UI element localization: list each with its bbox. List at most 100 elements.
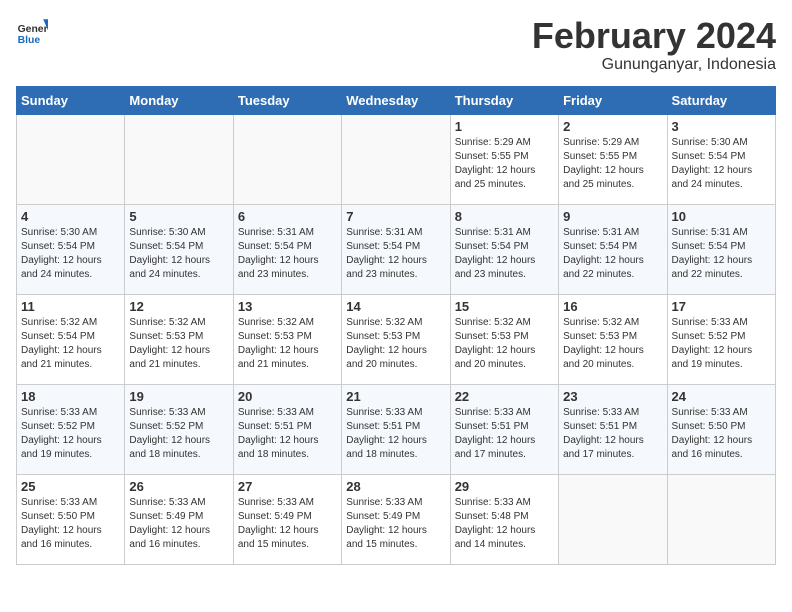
- calendar-cell: 26 Sunrise: 5:33 AMSunset: 5:49 PMDayligh…: [125, 474, 233, 564]
- calendar-cell: 19Sunrise: 5:33 AMSunset: 5:52 PMDayligh…: [125, 384, 233, 474]
- day-number: 11: [21, 299, 120, 314]
- day-info: Sunrise: 5:32 AMSunset: 5:53 PMDaylight:…: [346, 316, 445, 372]
- day-info: Sunrise: 5:30 AMSunset: 5:54 PMDaylight:…: [21, 226, 120, 282]
- day-number: 16: [563, 299, 662, 314]
- day-number: 5: [129, 209, 228, 224]
- day-info: Sunrise: 5:31 AMSunset: 5:54 PMDaylight:…: [346, 226, 445, 282]
- day-number: 3: [672, 119, 771, 134]
- svg-text:Blue: Blue: [18, 35, 41, 46]
- calendar-cell: 15 Sunrise: 5:32 AMSunset: 5:53 PMDayligh…: [450, 294, 558, 384]
- day-number: 15: [455, 299, 554, 314]
- calendar-cell: 4 Sunrise: 5:30 AMSunset: 5:54 PMDaylight…: [17, 204, 125, 294]
- day-info: Sunrise: 5:33 AMSunset: 5:52 PMDaylight:…: [129, 406, 228, 462]
- calendar-cell: [559, 474, 667, 564]
- day-number: 24: [672, 389, 771, 404]
- calendar-cell: 22Sunrise: 5:33 AMSunset: 5:51 PMDayligh…: [450, 384, 558, 474]
- calendar-cell: 21 Sunrise: 5:33 AMSunset: 5:51 PMDayligh…: [342, 384, 450, 474]
- calendar-cell: [667, 474, 775, 564]
- day-number: 2: [563, 119, 662, 134]
- day-number: 12: [129, 299, 228, 314]
- day-info: Sunrise: 5:33 AMSunset: 5:50 PMDaylight:…: [672, 406, 771, 462]
- col-header-thursday: Thursday: [450, 86, 558, 114]
- day-number: 14: [346, 299, 445, 314]
- day-info: Sunrise: 5:33 AMSunset: 5:51 PMDaylight:…: [455, 406, 554, 462]
- day-info: Sunrise: 5:31 AMSunset: 5:54 PMDaylight:…: [238, 226, 337, 282]
- day-info: Sunrise: 5:32 AMSunset: 5:53 PMDaylight:…: [563, 316, 662, 372]
- day-number: 13: [238, 299, 337, 314]
- calendar-cell: 9 Sunrise: 5:31 AMSunset: 5:54 PMDaylight…: [559, 204, 667, 294]
- day-info: Sunrise: 5:33 AMSunset: 5:52 PMDaylight:…: [672, 316, 771, 372]
- svg-text:General: General: [18, 24, 48, 35]
- calendar-cell: 2 Sunrise: 5:29 AMSunset: 5:55 PMDaylight…: [559, 114, 667, 204]
- location: Gununganyar, Indonesia: [532, 56, 776, 74]
- col-header-friday: Friday: [559, 86, 667, 114]
- calendar-cell: 25 Sunrise: 5:33 AMSunset: 5:50 PMDayligh…: [17, 474, 125, 564]
- day-info: Sunrise: 5:33 AMSunset: 5:50 PMDaylight:…: [21, 496, 120, 552]
- calendar-cell: [342, 114, 450, 204]
- day-number: 18: [21, 389, 120, 404]
- day-info: Sunrise: 5:32 AMSunset: 5:54 PMDaylight:…: [21, 316, 120, 372]
- day-number: 29: [455, 479, 554, 494]
- day-info: Sunrise: 5:29 AMSunset: 5:55 PMDaylight:…: [563, 136, 662, 192]
- day-info: Sunrise: 5:33 AMSunset: 5:51 PMDaylight:…: [563, 406, 662, 462]
- day-info: Sunrise: 5:33 AMSunset: 5:52 PMDaylight:…: [21, 406, 120, 462]
- calendar-week-row: 1 Sunrise: 5:29 AMSunset: 5:55 PMDaylight…: [17, 114, 776, 204]
- day-number: 8: [455, 209, 554, 224]
- day-info: Sunrise: 5:31 AMSunset: 5:54 PMDaylight:…: [455, 226, 554, 282]
- day-info: Sunrise: 5:29 AMSunset: 5:55 PMDaylight:…: [455, 136, 554, 192]
- calendar-cell: 14 Sunrise: 5:32 AMSunset: 5:53 PMDayligh…: [342, 294, 450, 384]
- calendar-week-row: 11 Sunrise: 5:32 AMSunset: 5:54 PMDayligh…: [17, 294, 776, 384]
- calendar-cell: 5 Sunrise: 5:30 AMSunset: 5:54 PMDaylight…: [125, 204, 233, 294]
- day-info: Sunrise: 5:33 AMSunset: 5:51 PMDaylight:…: [346, 406, 445, 462]
- calendar-cell: 13Sunrise: 5:32 AMSunset: 5:53 PMDayligh…: [233, 294, 341, 384]
- calendar-cell: 24 Sunrise: 5:33 AMSunset: 5:50 PMDayligh…: [667, 384, 775, 474]
- calendar-cell: 8 Sunrise: 5:31 AMSunset: 5:54 PMDaylight…: [450, 204, 558, 294]
- logo: General Blue: [16, 16, 48, 48]
- calendar-cell: [125, 114, 233, 204]
- day-number: 4: [21, 209, 120, 224]
- day-number: 28: [346, 479, 445, 494]
- calendar-week-row: 4 Sunrise: 5:30 AMSunset: 5:54 PMDaylight…: [17, 204, 776, 294]
- day-info: Sunrise: 5:33 AMSunset: 5:49 PMDaylight:…: [346, 496, 445, 552]
- calendar-cell: [17, 114, 125, 204]
- calendar-cell: 27 Sunrise: 5:33 AMSunset: 5:49 PMDayligh…: [233, 474, 341, 564]
- day-number: 1: [455, 119, 554, 134]
- col-header-wednesday: Wednesday: [342, 86, 450, 114]
- calendar-cell: 20Sunrise: 5:33 AMSunset: 5:51 PMDayligh…: [233, 384, 341, 474]
- day-number: 21: [346, 389, 445, 404]
- page-header: General Blue February 2024 Gununganyar, …: [16, 16, 776, 74]
- calendar-cell: 16 Sunrise: 5:32 AMSunset: 5:53 PMDayligh…: [559, 294, 667, 384]
- col-header-saturday: Saturday: [667, 86, 775, 114]
- calendar-cell: 28 Sunrise: 5:33 AMSunset: 5:49 PMDayligh…: [342, 474, 450, 564]
- day-info: Sunrise: 5:31 AMSunset: 5:54 PMDaylight:…: [563, 226, 662, 282]
- day-number: 6: [238, 209, 337, 224]
- day-number: 17: [672, 299, 771, 314]
- calendar-cell: [233, 114, 341, 204]
- calendar-cell: 12Sunrise: 5:32 AMSunset: 5:53 PMDayligh…: [125, 294, 233, 384]
- day-info: Sunrise: 5:33 AMSunset: 5:49 PMDaylight:…: [129, 496, 228, 552]
- day-info: Sunrise: 5:30 AMSunset: 5:54 PMDaylight:…: [129, 226, 228, 282]
- day-info: Sunrise: 5:33 AMSunset: 5:49 PMDaylight:…: [238, 496, 337, 552]
- calendar-cell: 23 Sunrise: 5:33 AMSunset: 5:51 PMDayligh…: [559, 384, 667, 474]
- calendar-cell: 6 Sunrise: 5:31 AMSunset: 5:54 PMDaylight…: [233, 204, 341, 294]
- calendar-header-row: SundayMondayTuesdayWednesdayThursdayFrid…: [17, 86, 776, 114]
- logo-icon: General Blue: [16, 16, 48, 48]
- title-block: February 2024 Gununganyar, Indonesia: [532, 16, 776, 74]
- day-number: 9: [563, 209, 662, 224]
- calendar-cell: 1 Sunrise: 5:29 AMSunset: 5:55 PMDaylight…: [450, 114, 558, 204]
- day-info: Sunrise: 5:30 AMSunset: 5:54 PMDaylight:…: [672, 136, 771, 192]
- day-number: 23: [563, 389, 662, 404]
- day-number: 25: [21, 479, 120, 494]
- day-number: 7: [346, 209, 445, 224]
- month-title: February 2024: [532, 16, 776, 56]
- day-info: Sunrise: 5:32 AMSunset: 5:53 PMDaylight:…: [455, 316, 554, 372]
- calendar-cell: 10Sunrise: 5:31 AMSunset: 5:54 PMDayligh…: [667, 204, 775, 294]
- day-number: 26: [129, 479, 228, 494]
- calendar-cell: 17 Sunrise: 5:33 AMSunset: 5:52 PMDayligh…: [667, 294, 775, 384]
- col-header-tuesday: Tuesday: [233, 86, 341, 114]
- day-number: 20: [238, 389, 337, 404]
- day-number: 27: [238, 479, 337, 494]
- col-header-monday: Monday: [125, 86, 233, 114]
- calendar-cell: 29Sunrise: 5:33 AMSunset: 5:48 PMDayligh…: [450, 474, 558, 564]
- col-header-sunday: Sunday: [17, 86, 125, 114]
